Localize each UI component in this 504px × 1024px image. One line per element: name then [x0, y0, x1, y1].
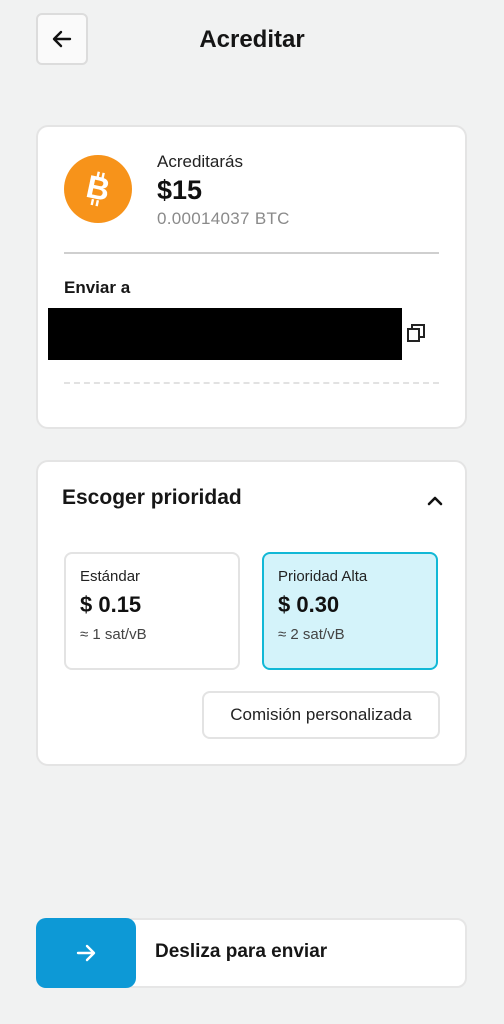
priority-option-standard[interactable]: Estándar $ 0.15 ≈ 1 sat/vB [64, 552, 240, 670]
custom-fee-button[interactable]: Comisión personalizada [202, 691, 440, 739]
credit-label: Acreditarás [157, 152, 243, 171]
option-price: $ 0.15 [80, 592, 142, 617]
option-rate: ≈ 1 sat/vB [80, 626, 147, 643]
dashed-divider [64, 382, 439, 384]
priority-card: Escoger prioridad Estándar $ 0.15 ≈ 1 sa… [36, 460, 467, 766]
option-name: Prioridad Alta [278, 568, 368, 585]
slide-to-send[interactable]: Desliza para enviar [36, 918, 467, 988]
credit-amount: $15 [157, 175, 203, 205]
divider [64, 252, 439, 254]
send-to-label: Enviar a [64, 278, 131, 297]
slider-label: Desliza para enviar [155, 941, 328, 962]
redacted-address [48, 308, 402, 360]
option-rate: ≈ 2 sat/vB [278, 626, 345, 643]
option-name: Estándar [80, 568, 141, 585]
arrow-right-icon [76, 944, 96, 962]
page-title: Acreditar [199, 26, 305, 53]
bitcoin-icon: B [64, 155, 132, 223]
priority-option-high[interactable]: Prioridad Alta $ 0.30 ≈ 2 sat/vB [262, 552, 438, 670]
credit-btc-amount: 0.00014037 BTC [157, 209, 290, 228]
copy-icon[interactable] [405, 322, 427, 344]
credit-summary-card: B Acreditarás $15 0.00014037 BTC Enviar … [36, 125, 467, 429]
priority-title: Escoger prioridad [62, 486, 242, 509]
option-price: $ 0.30 [278, 592, 340, 617]
chevron-up-icon[interactable] [425, 490, 445, 510]
slider-handle[interactable] [36, 918, 136, 988]
